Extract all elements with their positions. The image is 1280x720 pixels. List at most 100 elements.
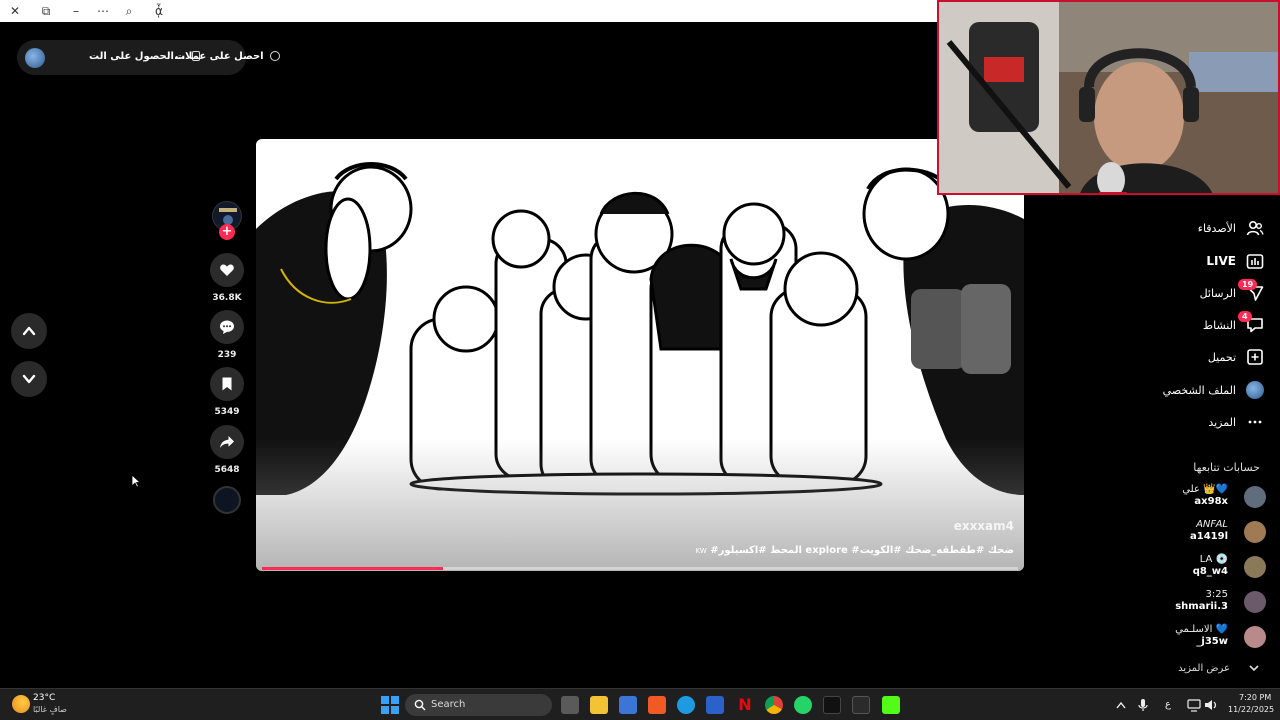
close-icon[interactable]: ✕ — [6, 2, 24, 20]
activity-icon: 4 — [1238, 311, 1264, 334]
caption-hashtags[interactable]: #المحط #اكسبلور explore #ضحك #طقطقه_ضحك … — [710, 545, 1014, 556]
account-avatar — [1244, 486, 1266, 508]
video-progress-bar[interactable] — [262, 567, 1018, 570]
sidebar-item-activity[interactable]: النشاط 4 — [1202, 311, 1264, 337]
next-video-button[interactable] — [11, 361, 47, 397]
top-actions-pill: الحصول على الت... احصل على عملات — [17, 40, 281, 75]
heart-icon — [220, 264, 234, 276]
network-icon[interactable] — [1187, 698, 1201, 712]
like-count: 36.8K — [212, 293, 242, 303]
minimize-icon[interactable]: – — [67, 2, 85, 20]
user-avatar[interactable] — [25, 48, 45, 68]
microphone-icon[interactable] — [1138, 698, 1148, 712]
caption-suffix: KW — [695, 547, 707, 555]
zoom-icon[interactable]: ⌕ — [120, 2, 138, 20]
whatsapp-icon[interactable] — [794, 696, 812, 714]
save-action[interactable]: 5349 — [208, 367, 246, 417]
translate-icon[interactable]: ᾆ — [150, 2, 168, 20]
account-avatar — [1244, 521, 1266, 543]
see-more-button[interactable]: عرض المزيد — [1178, 662, 1260, 674]
edge-browser-icon[interactable] — [677, 696, 695, 714]
sidebar-item-messages[interactable]: الرسائل 19 — [1199, 279, 1264, 305]
like-action[interactable]: 36.8K — [208, 253, 246, 303]
task-view-icon[interactable] — [561, 696, 579, 714]
file-explorer-icon[interactable] — [590, 696, 608, 714]
following-account[interactable]: ANFAL a1419l — [1154, 519, 1274, 547]
comment-icon — [220, 320, 234, 334]
weather-condition: صافٍ غالبًا — [33, 705, 67, 714]
share-icon — [220, 436, 234, 448]
search-icon — [414, 699, 426, 711]
get-coins-button[interactable]: احصل على عملات — [175, 51, 281, 62]
sidebar-item-friends[interactable]: الأصدقاء — [1198, 216, 1264, 240]
sidebar-item-live[interactable]: LIVE — [1206, 249, 1264, 273]
account-handle: _j35w — [1196, 636, 1228, 647]
netflix-icon[interactable]: N — [736, 696, 754, 714]
clock-date[interactable]: 11/22/2025 — [1228, 705, 1274, 714]
search-placeholder: Search — [431, 699, 466, 710]
account-avatar — [1244, 591, 1266, 613]
restore-icon[interactable]: ⧉ — [37, 2, 55, 20]
sidebar-item-label: الأصدقاء — [1197, 221, 1236, 235]
profile-avatar — [1246, 381, 1264, 399]
follow-plus-button[interactable]: + — [219, 224, 235, 240]
streamer-webcam-overlay — [937, 0, 1280, 195]
comment-action[interactable]: 239 — [208, 310, 246, 360]
account-handle: ax98x — [1194, 496, 1228, 507]
account-name: ANFAL — [1196, 519, 1228, 530]
following-section-title: حسابات تتابعها — [1193, 461, 1260, 474]
sidebar-item-profile[interactable]: الملف الشخصي — [1163, 378, 1264, 402]
following-account[interactable]: الاسلـمي 💙 _j35w — [1154, 624, 1274, 652]
more-icon — [1246, 413, 1264, 431]
weather-temp: 23°C — [33, 693, 56, 703]
sidebar-item-upload[interactable]: تحميل — [1208, 345, 1264, 369]
comment-count: 239 — [217, 350, 237, 360]
capcut-icon[interactable] — [852, 696, 870, 714]
bookmark-icon — [222, 377, 232, 391]
messages-badge: 19 — [1238, 279, 1258, 290]
coin-icon — [270, 51, 281, 61]
get-app-label: الحصول على الت... — [89, 51, 186, 62]
store-icon[interactable] — [619, 696, 637, 714]
account-name: علي 👑💙 — [1182, 484, 1228, 495]
account-name: 3:25 — [1205, 589, 1228, 600]
account-name: الاسلـمي 💙 — [1175, 624, 1228, 635]
language-indicator[interactable]: ع — [1165, 699, 1171, 710]
progress-fill — [262, 567, 444, 570]
account-avatar — [1244, 556, 1266, 578]
sidebar-item-label: الرسائل — [1199, 286, 1236, 300]
video-watermark: exxxam4 — [953, 519, 1014, 533]
following-account[interactable]: 3:25 shmarii.3 — [1154, 589, 1274, 617]
chevron-up-icon[interactable] — [1116, 701, 1126, 709]
following-account[interactable]: علي 👑💙 ax98x — [1154, 484, 1274, 512]
share-action[interactable]: 5648 — [208, 425, 246, 475]
mouse-cursor-icon — [131, 474, 141, 488]
chevron-up-icon — [22, 326, 36, 336]
account-avatar — [1244, 626, 1266, 648]
friends-icon — [1246, 219, 1264, 237]
mail-icon[interactable] — [706, 696, 724, 714]
activity-badge: 4 — [1238, 311, 1252, 322]
music-disc-icon[interactable] — [213, 486, 241, 514]
taskbar-search[interactable]: Search — [405, 694, 552, 716]
account-handle: shmarii.3 — [1175, 601, 1228, 612]
account-handle: a1419l — [1189, 531, 1228, 542]
following-account[interactable]: LA 💿 q8_w4 — [1154, 554, 1274, 582]
more-icon[interactable]: ⋯ — [94, 2, 112, 20]
volume-icon[interactable] — [1204, 698, 1218, 712]
video-caption: KW #المحط #اكسبلور explore #ضحك #طقطقه_ض… — [696, 545, 1014, 556]
clock-time[interactable]: 7:20 PM — [1239, 693, 1271, 702]
video-player[interactable]: exxxam4 KW #المحط #اكسبلور explore #ضحك … — [256, 139, 1024, 571]
kick-icon[interactable] — [882, 696, 900, 714]
sidebar-item-label: النشاط — [1202, 318, 1236, 332]
tiktok-icon[interactable] — [823, 696, 841, 714]
previous-video-button[interactable] — [11, 313, 47, 349]
sidebar-item-more[interactable]: المزيد — [1208, 410, 1264, 434]
account-name: LA 💿 — [1199, 554, 1228, 565]
sidebar-item-label: تحميل — [1207, 350, 1236, 364]
windows-start-icon[interactable] — [381, 696, 399, 714]
chrome-icon[interactable] — [765, 696, 783, 714]
chevron-down-icon — [22, 374, 36, 384]
upload-icon — [1246, 348, 1264, 366]
brave-browser-icon[interactable] — [648, 696, 666, 714]
